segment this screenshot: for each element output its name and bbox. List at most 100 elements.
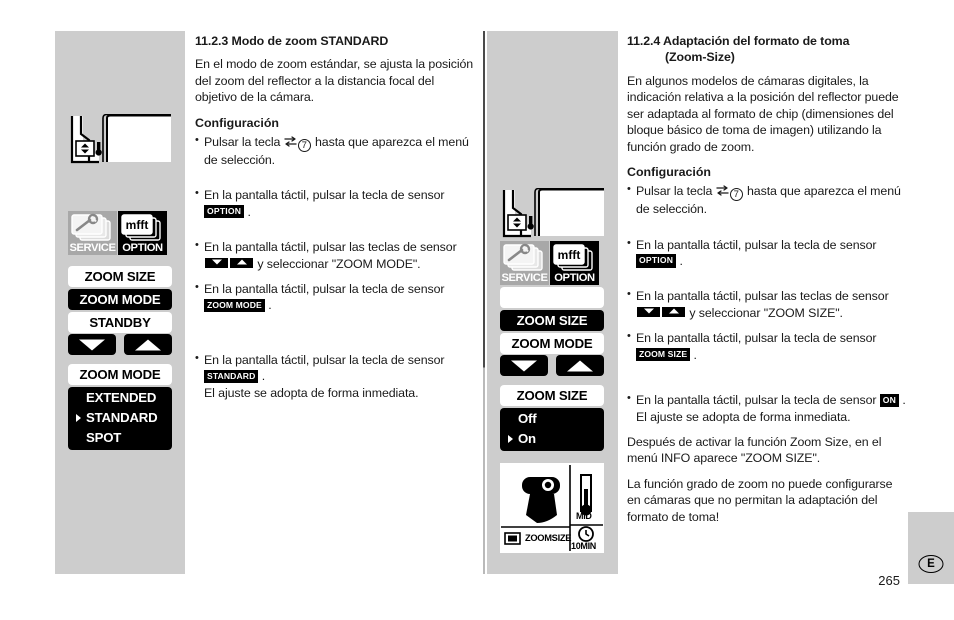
left-step-2-pre: En la pantalla táctil, pulsar la tecla d… bbox=[204, 188, 445, 203]
menu-row-zoom-mode-2[interactable]: ZOOM MODE bbox=[500, 333, 604, 354]
left-step-3: En la pantalla táctil, pulsar las teclas… bbox=[195, 238, 477, 272]
left-step-4-post: . bbox=[264, 298, 272, 313]
menu-row-blank[interactable] bbox=[500, 287, 604, 308]
option-tile-label-2: OPTION bbox=[554, 272, 595, 284]
info-battery-label: MID bbox=[576, 511, 592, 521]
left-step-5-post: . bbox=[258, 369, 266, 384]
down-arrow-key-inline-2[interactable] bbox=[637, 306, 660, 317]
left-text-column: 11.2.3 Modo de zoom STANDARD En el modo … bbox=[195, 33, 477, 415]
right-step-3: En la pantalla táctil, pulsar las teclas… bbox=[627, 287, 909, 321]
right-step-5-pre: En la pantalla táctil, pulsar la tecla d… bbox=[636, 393, 880, 408]
left-section-heading: 11.2.3 Modo de zoom STANDARD bbox=[195, 34, 389, 48]
left-step-4: En la pantalla táctil, pulsar la tecla d… bbox=[195, 280, 477, 314]
right-steps-list: Pulsar la tecla 7 hasta que aparezca el … bbox=[627, 182, 909, 425]
up-arrow-key[interactable] bbox=[124, 334, 172, 355]
option-keycap-2[interactable]: OPTION bbox=[636, 254, 677, 268]
left-step-3-post: y seleccionar "ZOOM MODE". bbox=[254, 256, 421, 271]
zoom-mode-option-list[interactable]: EXTENDED STANDARD SPOT bbox=[68, 387, 172, 450]
thermometer-icon bbox=[580, 474, 592, 516]
left-step-3-pre: En la pantalla táctil, pulsar las teclas… bbox=[204, 240, 457, 255]
right-step-2-post: . bbox=[676, 253, 683, 268]
down-arrow-key-2[interactable] bbox=[500, 355, 548, 376]
svg-text:mfft: mfft bbox=[126, 218, 149, 232]
circled-number-7-2: 7 bbox=[729, 188, 743, 202]
menu-row-zoom-size[interactable]: ZOOM SIZE bbox=[68, 266, 172, 287]
wrench-cards-icon bbox=[71, 213, 111, 241]
service-tile[interactable]: SERVICE bbox=[68, 211, 117, 255]
menu-row-zoom-size-2[interactable]: ZOOM SIZE bbox=[500, 310, 604, 331]
up-arrow-key-inline-2[interactable] bbox=[662, 306, 685, 317]
submenu-title-zoom-size: ZOOM SIZE bbox=[500, 385, 604, 406]
swap-icon-2 bbox=[716, 184, 729, 196]
right-step-2-pre: En la pantalla táctil, pulsar la tecla d… bbox=[636, 237, 877, 252]
circled-number-7: 7 bbox=[297, 138, 311, 152]
right-note-1: Después de activar la función Zoom Size,… bbox=[627, 435, 882, 466]
up-arrow-key-inline[interactable] bbox=[230, 257, 253, 268]
right-step-2: En la pantalla táctil, pulsar la tecla d… bbox=[627, 236, 909, 270]
manual-page: SERVICE mfft OPTION ZOOM SIZE ZOOM MODE … bbox=[0, 0, 954, 620]
left-section-intro: En el modo de zoom estándar, se ajusta l… bbox=[195, 57, 474, 105]
service-tile-2[interactable]: SERVICE bbox=[500, 241, 549, 285]
left-step-5: En la pantalla táctil, pulsar la tecla d… bbox=[195, 351, 477, 401]
option-extended[interactable]: EXTENDED bbox=[68, 388, 172, 408]
service-tile-label: SERVICE bbox=[69, 242, 116, 254]
left-steps-list: Pulsar la tecla 7 hasta que aparezca el … bbox=[195, 133, 477, 401]
flash-head-svg-2 bbox=[499, 187, 606, 238]
left-step-1: Pulsar la tecla 7 hasta que aparezca el … bbox=[195, 133, 477, 168]
left-step-2: En la pantalla táctil, pulsar la tecla d… bbox=[195, 186, 477, 220]
language-badge: E bbox=[918, 555, 944, 573]
left-step-5-pre: En la pantalla táctil, pulsar la tecla d… bbox=[204, 352, 445, 367]
right-step-5: En la pantalla táctil, pulsar la tecla d… bbox=[627, 391, 909, 425]
right-section-intro: En algunos modelos de cámaras digitales,… bbox=[627, 73, 899, 154]
flash-head-illustration-2 bbox=[499, 187, 606, 238]
info-timer-label: 10MIN bbox=[571, 541, 597, 551]
rectangle-icon bbox=[504, 532, 521, 545]
left-step-1-pre: Pulsar la tecla bbox=[204, 134, 284, 149]
right-step-4-pre: En la pantalla táctil, pulsar la tecla d… bbox=[636, 331, 877, 346]
swap-icon bbox=[284, 135, 297, 147]
option-spot[interactable]: SPOT bbox=[68, 428, 172, 448]
option-on[interactable]: On bbox=[500, 429, 604, 449]
on-keycap[interactable]: ON bbox=[879, 393, 900, 407]
left-step-5-extra: El ajuste se adopta de forma inmediata. bbox=[204, 385, 419, 400]
option-keycap[interactable]: OPTION bbox=[204, 205, 245, 219]
page-number: 265 bbox=[878, 573, 900, 588]
language-tab: E bbox=[908, 512, 954, 584]
middle-graphics-column: SERVICE mfft OPTION ZOOM SIZE ZOOM MODE … bbox=[487, 31, 618, 574]
right-heading-line2: (Zoom-Size) bbox=[665, 50, 735, 65]
right-heading-line1: 11.2.4 Adaptación del formato de toma bbox=[627, 34, 850, 48]
left-step-2-post: . bbox=[244, 204, 251, 219]
mft-cards-icon-2: mfft bbox=[553, 244, 593, 271]
left-step-4-pre: En la pantalla táctil, pulsar la tecla d… bbox=[204, 282, 445, 296]
standard-keycap[interactable]: STANDARD bbox=[204, 369, 259, 383]
right-note-2: La función grado de zoom no puede config… bbox=[627, 476, 893, 524]
column-divider bbox=[483, 31, 485, 574]
submenu-title-zoom-mode: ZOOM MODE bbox=[68, 364, 172, 385]
service-tile-label-2: SERVICE bbox=[501, 272, 548, 284]
flash-head-svg bbox=[67, 113, 173, 164]
option-off[interactable]: Off bbox=[500, 409, 604, 429]
right-step-1-pre: Pulsar la tecla bbox=[636, 184, 716, 199]
svg-text:mfft: mfft bbox=[558, 248, 581, 262]
option-tile-2[interactable]: mfft OPTION bbox=[550, 241, 599, 285]
zoom-size-keycap[interactable]: ZOOM SIZE bbox=[636, 348, 691, 362]
option-standard[interactable]: STANDARD bbox=[68, 408, 172, 428]
down-arrow-key-inline[interactable] bbox=[205, 257, 228, 268]
menu-row-standby[interactable]: STANDBY bbox=[68, 312, 172, 333]
zoom-mode-keycap[interactable]: ZOOM MODE bbox=[204, 298, 265, 313]
right-section-heading: 11.2.4 Adaptación del formato de toma (Zo… bbox=[627, 33, 909, 66]
zoom-size-option-list[interactable]: Off On bbox=[500, 408, 604, 451]
menu-row-zoom-mode[interactable]: ZOOM MODE bbox=[68, 289, 172, 310]
down-arrow-key[interactable] bbox=[68, 334, 116, 355]
right-config-label: Configuración bbox=[627, 164, 711, 179]
up-arrow-key-2[interactable] bbox=[556, 355, 604, 376]
right-step-4: En la pantalla táctil, pulsar la tecla d… bbox=[627, 329, 909, 363]
info-zoomsize-label: ZOOMSIZE bbox=[525, 533, 572, 543]
wrench-cards-icon-2 bbox=[503, 243, 543, 271]
right-step-4-post: . bbox=[690, 347, 697, 362]
right-step-3-pre: En la pantalla táctil, pulsar las teclas… bbox=[636, 289, 889, 304]
option-tile-label: OPTION bbox=[122, 242, 163, 254]
option-tile[interactable]: mfft OPTION bbox=[118, 211, 167, 255]
right-step-3-post: y seleccionar "ZOOM SIZE". bbox=[686, 305, 843, 320]
right-step-1: Pulsar la tecla 7 hasta que aparezca el … bbox=[627, 182, 909, 217]
